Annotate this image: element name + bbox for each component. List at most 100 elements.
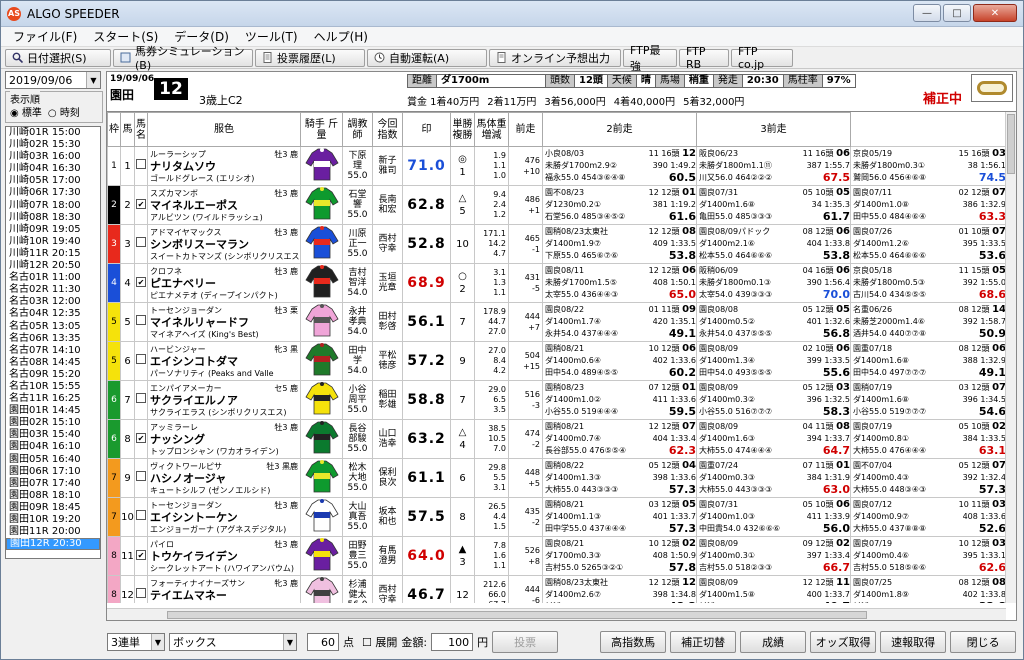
- race-list-item[interactable]: 川崎09R 19:05: [6, 224, 100, 236]
- bet-type-select[interactable]: 3連単 ▼: [107, 633, 165, 651]
- mark-cell[interactable]: △ 4: [450, 419, 475, 459]
- horse-name-cell[interactable]: トーセンジョーダン 牡3 鹿エイシントーケン エンジョーガーナ (アグネスデジタル): [147, 497, 301, 537]
- race-list-item[interactable]: 川崎10R 19:40: [6, 236, 100, 248]
- checkbox[interactable]: [136, 159, 146, 169]
- menu-file[interactable]: ファイル(F): [5, 28, 85, 45]
- select-checkbox[interactable]: ✔: [134, 419, 148, 459]
- race-list-item[interactable]: 川崎06R 17:30: [6, 187, 100, 199]
- maximize-button[interactable]: □: [943, 4, 971, 22]
- race-list-item[interactable]: 名古10R 15:55: [6, 381, 100, 393]
- select-checkbox[interactable]: ✔: [134, 263, 148, 303]
- race-list-item[interactable]: 名古01R 11:00: [6, 272, 100, 284]
- race-list-item[interactable]: 名古07R 14:10: [6, 345, 100, 357]
- horse-name-cell[interactable]: ヴィクトワールピサ 牡3 黒鹿 ハシノオージャ キュートシルフ (ゼンノエルシド): [147, 458, 301, 498]
- select-checkbox[interactable]: [134, 458, 148, 498]
- race-list-item[interactable]: 園田04R 16:10: [6, 441, 100, 453]
- mark-cell[interactable]: 7: [450, 380, 475, 420]
- checkbox[interactable]: [136, 471, 146, 481]
- race-list-item[interactable]: 名古11R 16:25: [6, 393, 100, 405]
- checkbox[interactable]: [136, 510, 146, 520]
- bet-mode-select[interactable]: ボックス ▼: [169, 633, 297, 651]
- date-picker[interactable]: 2019/09/06 ▼: [5, 71, 101, 89]
- race-list-item[interactable]: 園田07R 17:40: [6, 478, 100, 490]
- race-list-item[interactable]: 川崎03R 16:00: [6, 151, 100, 163]
- race-list-item[interactable]: 川崎08R 18:30: [6, 212, 100, 224]
- select-checkbox[interactable]: [134, 380, 148, 420]
- race-list-item[interactable]: 川崎04R 16:30: [6, 163, 100, 175]
- race-list-item[interactable]: 園田10R 19:20: [6, 514, 100, 526]
- mark-cell[interactable]: △ 5: [450, 185, 475, 225]
- date-select-button[interactable]: 日付選択(S): [5, 48, 111, 67]
- chevron-down-icon[interactable]: ▼: [86, 72, 100, 88]
- minimize-button[interactable]: —: [913, 4, 941, 22]
- select-checkbox[interactable]: [134, 224, 148, 264]
- race-list-item[interactable]: 名古08R 14:45: [6, 357, 100, 369]
- race-list-item[interactable]: 園田06R 17:10: [6, 466, 100, 478]
- horse-name-cell[interactable]: フォーティナイナーズサン 牝3 鹿テイエムマネーエンジェルステージ (タニノギムレ…: [147, 575, 301, 603]
- ticket-simulation-button[interactable]: 馬券シミュレーション(B): [113, 45, 253, 72]
- close-button[interactable]: ✕: [973, 4, 1017, 22]
- race-list-item[interactable]: 園田12R 20:30: [6, 538, 100, 551]
- scroll-thumb[interactable]: [167, 611, 867, 619]
- race-list-item[interactable]: 名古09R 15:20: [6, 369, 100, 381]
- checkbox[interactable]: ✔: [136, 433, 146, 443]
- race-list-item[interactable]: 名古03R 12:00: [6, 296, 100, 308]
- close-dialog-button[interactable]: 閉じる: [950, 631, 1017, 653]
- mark-cell[interactable]: 8: [450, 497, 475, 537]
- checkbox[interactable]: [136, 354, 146, 364]
- horse-name-cell[interactable]: エンパイアメーカー セ5 鹿サクライエルノア サクライエラス (シンボリクリスエス): [147, 380, 301, 420]
- select-checkbox[interactable]: [134, 302, 148, 342]
- checkbox[interactable]: [136, 393, 146, 403]
- flash-fetch-button[interactable]: 速報取得: [880, 631, 947, 653]
- race-list-item[interactable]: 川崎07R 18:00: [6, 200, 100, 212]
- race-list-item[interactable]: 川崎12R 20:50: [6, 260, 100, 272]
- race-list-item[interactable]: 園田02R 15:10: [6, 417, 100, 429]
- horse-name-cell[interactable]: スズカマンボ 牡3 鹿マイネルエーポス アルビツン (ワイルドラッシュ): [147, 185, 301, 225]
- race-list-item[interactable]: 名古05R 13:05: [6, 321, 100, 333]
- mark-cell[interactable]: 7: [450, 302, 475, 342]
- horse-name-cell[interactable]: トーセンジョーダン 牡3 栗マイネルリャードフ マイネアヘイズ (King's Be…: [147, 302, 301, 342]
- vote-button[interactable]: 投票: [492, 631, 559, 653]
- auto-run-button[interactable]: 自動運転(A): [367, 48, 487, 67]
- select-checkbox[interactable]: ✔: [134, 185, 148, 225]
- race-list-item[interactable]: 川崎11R 20:15: [6, 248, 100, 260]
- race-list-item[interactable]: 名古02R 11:30: [6, 284, 100, 296]
- race-list-item[interactable]: 園田08R 18:10: [6, 490, 100, 502]
- correction-toggle-button[interactable]: 補正切替: [670, 631, 737, 653]
- race-list-item[interactable]: 園田01R 14:45: [6, 405, 100, 417]
- race-list-item[interactable]: 名古04R 12:35: [6, 308, 100, 320]
- checkbox[interactable]: [136, 588, 146, 598]
- mark-cell[interactable]: 9: [450, 341, 475, 381]
- horse-name-cell[interactable]: アッミラーレ 牡3 鹿ナッシング トップロンシャン (ワカオライデン): [147, 419, 301, 459]
- mark-cell[interactable]: 12: [450, 575, 475, 603]
- odds-fetch-button[interactable]: オッズ取得: [810, 631, 877, 653]
- select-checkbox[interactable]: [134, 341, 148, 381]
- ftp-saikyo-button[interactable]: FTP最強: [623, 44, 677, 73]
- vertical-scrollbar[interactable]: [1005, 112, 1016, 603]
- amount-input[interactable]: 100: [431, 633, 474, 651]
- race-list-item[interactable]: 川崎05R 17:00: [6, 175, 100, 187]
- race-list-item[interactable]: 園田11R 20:00: [6, 526, 100, 538]
- mark-cell[interactable]: 10: [450, 224, 475, 264]
- mark-cell[interactable]: 6: [450, 458, 475, 498]
- mark-cell[interactable]: ○ 2: [450, 263, 475, 303]
- mark-cell[interactable]: ◎ 1: [450, 146, 475, 186]
- horse-name-cell[interactable]: ハービンジャー 牝3 黒エイシンコトダマ パーソナリティ (Peaks and Va…: [147, 341, 301, 381]
- race-list[interactable]: 川崎01R 15:00 川崎02R 15:30 川崎03R 16:00 川崎04R 1…: [5, 126, 101, 559]
- select-checkbox[interactable]: [134, 497, 148, 537]
- checkbox[interactable]: [136, 237, 146, 247]
- menu-help[interactable]: ヘルプ(H): [306, 28, 376, 45]
- results-button[interactable]: 成績: [740, 631, 807, 653]
- ftp-cojp-button[interactable]: FTP co.jp: [731, 45, 793, 71]
- scroll-thumb[interactable]: [1007, 114, 1015, 174]
- online-prediction-button[interactable]: オンライン予想出力: [489, 48, 621, 67]
- order-time-radio[interactable]: ○ 時刻: [48, 104, 80, 119]
- high-index-button[interactable]: 高指数馬: [600, 631, 667, 653]
- checkbox[interactable]: ✔: [136, 550, 146, 560]
- horse-name-cell[interactable]: ルーラーシップ 牡3 鹿ナリタムソウ ゴールドグレース (エリシオ): [147, 146, 301, 186]
- menu-tools[interactable]: ツール(T): [237, 28, 306, 45]
- horse-name-cell[interactable]: クロフネ 牡3 鹿ピエナベリー ピエナメテオ (ディープインパクト): [147, 263, 301, 303]
- select-checkbox[interactable]: ✔: [134, 536, 148, 576]
- horizontal-scrollbar[interactable]: [107, 608, 1006, 620]
- race-list-item[interactable]: 川崎01R 15:00: [6, 127, 100, 139]
